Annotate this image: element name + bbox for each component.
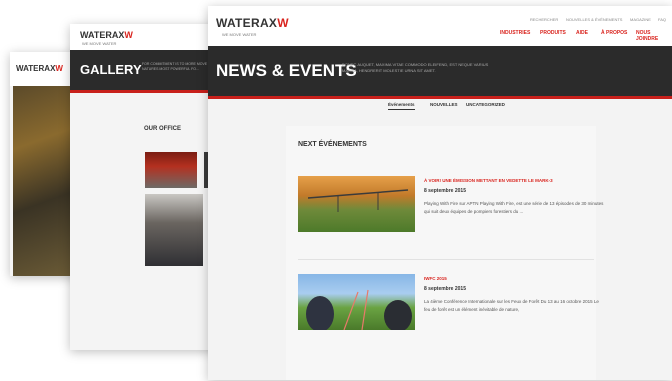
events-panel [286, 126, 596, 380]
nav-help[interactable]: AIDE [576, 30, 588, 36]
irrigation-illustration [307, 189, 409, 212]
logo-text: WATERAX [216, 16, 278, 30]
tab-events[interactable]: Événements [388, 102, 415, 110]
firefighters-illustration [306, 289, 412, 332]
page-title: NEWS & EVENTS [216, 61, 357, 80]
gallery-image-trucks[interactable] [145, 152, 197, 188]
event-title[interactable]: IWFC 2015 [424, 276, 447, 281]
section-title: OUR OFFICE [144, 126, 181, 132]
event-thumbnail-firefighters[interactable] [298, 274, 415, 332]
site-header: WATERAXW WE MOVE WATER RECHERCHER NOUVEL… [208, 6, 672, 46]
logo-tagline: WE MOVE WATER [82, 41, 117, 46]
title-band: NEWS & EVENTS DONEC AUQUET, MAXIMA VITAE… [208, 46, 672, 99]
tab-news[interactable]: NOUVELLES [430, 102, 458, 107]
event-date: 8 septembre 2015 [424, 286, 466, 292]
logo-text: WATERAX [16, 64, 56, 73]
firefighter-photo [13, 86, 75, 276]
logo-w-icon: W [55, 64, 63, 73]
logo-text: WATERAX [80, 30, 125, 40]
section-heading: NEXT ÉVÉNEMENTS [298, 141, 367, 148]
gallery-logo[interactable]: WATERAXW [80, 30, 133, 40]
event-title[interactable]: À VOIR! UNE ÉMISSION METTANT EN VEDETTE … [424, 178, 553, 183]
nav-about[interactable]: À PROPOS [601, 30, 627, 36]
util-nav-faq[interactable]: FAQ [658, 17, 666, 22]
logo-w-icon: W [277, 16, 289, 30]
page-title: GALLERY [80, 62, 142, 77]
nav-industries[interactable]: INDUSTRIES [500, 30, 530, 36]
site-logo[interactable]: WATERAXW [216, 16, 289, 30]
logo-tagline: WE MOVE WATER [222, 32, 257, 37]
logo-w-icon: W [124, 30, 133, 40]
util-nav-magazine[interactable]: MAGAZINE [630, 17, 651, 22]
category-tabs: Événements NOUVELLES UNCATEGORIZED [208, 102, 672, 112]
back-page-logo[interactable]: WATERAXW [16, 64, 63, 73]
gallery-image-team[interactable] [145, 194, 203, 266]
event-excerpt: Playing With Fire sur APTN Playing With … [424, 201, 604, 214]
page-description: DONEC AUQUET, MAXIMA VITAE COMMODO ELEIF… [342, 62, 489, 73]
util-nav-search[interactable]: RECHERCHER [530, 17, 558, 22]
event-date: 8 septembre 2015 [424, 188, 466, 194]
util-nav-news[interactable]: NOUVELLES & ÉVÉNEMENTS [566, 17, 622, 22]
nav-products[interactable]: PRODUITS [540, 30, 566, 36]
event-thumbnail-irrigation[interactable] [298, 176, 415, 232]
event-excerpt: La 4ième Conférence Internationale sur l… [424, 299, 599, 312]
divider [298, 259, 594, 260]
tab-uncategorized[interactable]: UNCATEGORIZED [466, 102, 505, 107]
news-events-page: WATERAXW WE MOVE WATER RECHERCHER NOUVEL… [208, 6, 672, 380]
nav-contact[interactable]: NOUS JOINDRE [636, 30, 672, 42]
